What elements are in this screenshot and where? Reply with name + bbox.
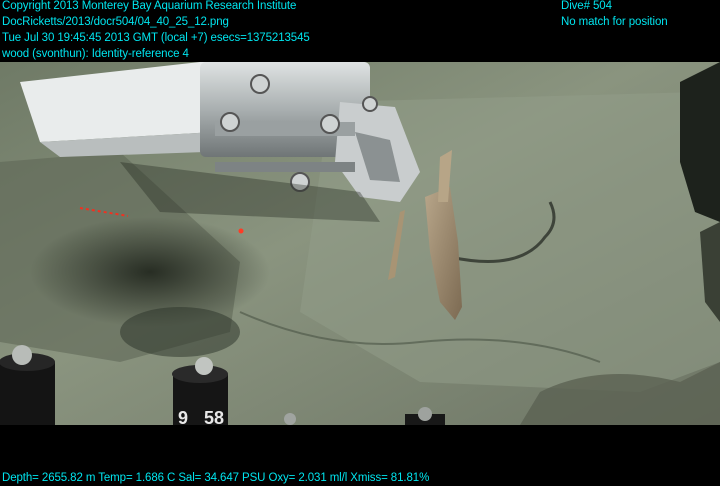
marker-label: 9: [178, 408, 188, 425]
marker-label: 58: [204, 408, 224, 425]
marker-post-left: [0, 345, 55, 425]
position-status: No match for position: [561, 16, 668, 28]
image-metadata-header: Copyright 2013 Monterey Bay Aquarium Res…: [2, 0, 310, 62]
timestamp-line: Tue Jul 30 19:45:45 2013 GMT (local +7) …: [2, 32, 310, 44]
filename-line: DocRicketts/2013/docr504/04_40_25_12.png: [2, 16, 229, 28]
marker-cap: [284, 413, 296, 425]
annotation-line: wood (svonthun): Identity-reference 4: [2, 48, 189, 60]
copyright-line: Copyright 2013 Monterey Bay Aquarium Res…: [2, 0, 297, 12]
dive-info: Dive# 504 No match for position: [561, 0, 668, 30]
seafloor-photo: 9 58: [0, 62, 720, 425]
sensor-readout: Depth= 2655.82 m Temp= 1.686 C Sal= 34.6…: [2, 472, 430, 484]
dive-number: Dive# 504: [561, 0, 612, 12]
laser-dot: [238, 228, 244, 234]
